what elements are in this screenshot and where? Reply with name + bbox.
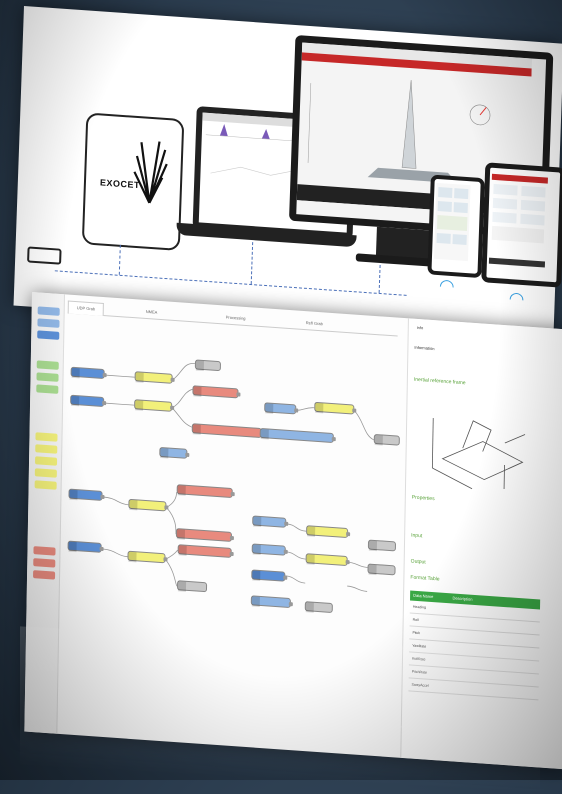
nmea-node[interactable] — [134, 399, 172, 412]
palette-node[interactable] — [36, 372, 58, 382]
sidebar-section-frame: Inertial reference frame — [414, 377, 466, 387]
inertial-frame-diagram-icon — [412, 397, 534, 495]
exocet-device: EXOCET — [82, 112, 185, 251]
sidebar-information: Information — [414, 345, 562, 360]
proc-node[interactable] — [192, 385, 238, 398]
write-node[interactable] — [314, 402, 354, 415]
palette-node[interactable] — [35, 468, 57, 478]
palette-node[interactable] — [35, 432, 57, 442]
udp-node[interactable] — [70, 395, 104, 407]
palette-node[interactable] — [36, 384, 58, 394]
exocet-brand: EXOCET — [100, 177, 140, 190]
sidebar-section-output: Output — [411, 558, 426, 565]
debug-node[interactable] — [374, 434, 400, 446]
network-line — [251, 242, 253, 284]
reflection-line — [320, 722, 500, 732]
palette-node[interactable] — [35, 444, 57, 454]
debug-node[interactable] — [368, 540, 396, 552]
udp-node[interactable] — [251, 569, 285, 581]
reflection — [20, 626, 540, 793]
inject-node[interactable] — [159, 447, 187, 459]
debug-node[interactable] — [264, 402, 296, 414]
debug-node[interactable] — [252, 515, 286, 527]
debug-node[interactable] — [367, 563, 395, 575]
nmea-node[interactable] — [135, 371, 173, 384]
nmea-node[interactable] — [128, 499, 166, 512]
phone-screen — [427, 175, 484, 279]
palette-node[interactable] — [33, 570, 55, 580]
debug-node[interactable] — [251, 595, 291, 608]
palette-node[interactable] — [35, 480, 57, 490]
exocet-logo-icon — [131, 136, 169, 208]
debug-node[interactable] — [305, 601, 333, 613]
debug-node[interactable] — [195, 359, 221, 371]
palette-node[interactable] — [37, 330, 59, 340]
palette-node[interactable] — [33, 558, 55, 568]
debug-node[interactable] — [252, 543, 286, 555]
router-icon — [27, 246, 62, 264]
palette-node[interactable] — [37, 360, 59, 370]
palette-node[interactable] — [38, 306, 60, 316]
udp-node[interactable] — [68, 489, 102, 501]
nmea-node[interactable] — [127, 551, 165, 564]
table-header-data-name: Data Name — [413, 593, 433, 599]
sidebar-section-input: Input — [411, 533, 422, 540]
udp-node[interactable] — [71, 367, 105, 379]
composite-image: EXOCET — [0, 0, 562, 780]
network-line — [55, 270, 407, 296]
wifi-icon: ◠ — [439, 275, 455, 297]
debug-node[interactable] — [177, 580, 207, 592]
table-header-description: Description — [452, 595, 472, 601]
tab-nmea[interactable]: NMEA — [138, 305, 166, 319]
palette-node[interactable] — [37, 318, 59, 328]
sidebar-tab-info[interactable]: info — [417, 325, 424, 330]
palette-node[interactable] — [35, 456, 57, 466]
reflection-line — [80, 660, 280, 671]
tab-udp-grab[interactable]: UDP Grab — [68, 301, 105, 317]
wifi-icon: ◠ — [508, 288, 524, 310]
network-line — [119, 245, 121, 275]
reflection-line — [100, 691, 260, 700]
sidebar-section-format: Format Table — [410, 574, 439, 582]
tablet-grid-icon — [487, 168, 550, 272]
udp-node[interactable] — [68, 541, 102, 553]
palette-node[interactable] — [33, 546, 55, 556]
devices-panel: EXOCET — [14, 6, 562, 343]
phone-grid-icon — [432, 179, 473, 265]
tablet-screen — [481, 162, 562, 287]
tab-refl-grab[interactable]: Refl Grab — [298, 317, 331, 331]
tab-processing[interactable]: Processing — [218, 311, 254, 325]
write-node[interactable] — [306, 525, 348, 538]
sidebar-section-properties: Properties — [412, 495, 435, 503]
write-node[interactable] — [306, 553, 348, 566]
network-line — [379, 265, 381, 293]
